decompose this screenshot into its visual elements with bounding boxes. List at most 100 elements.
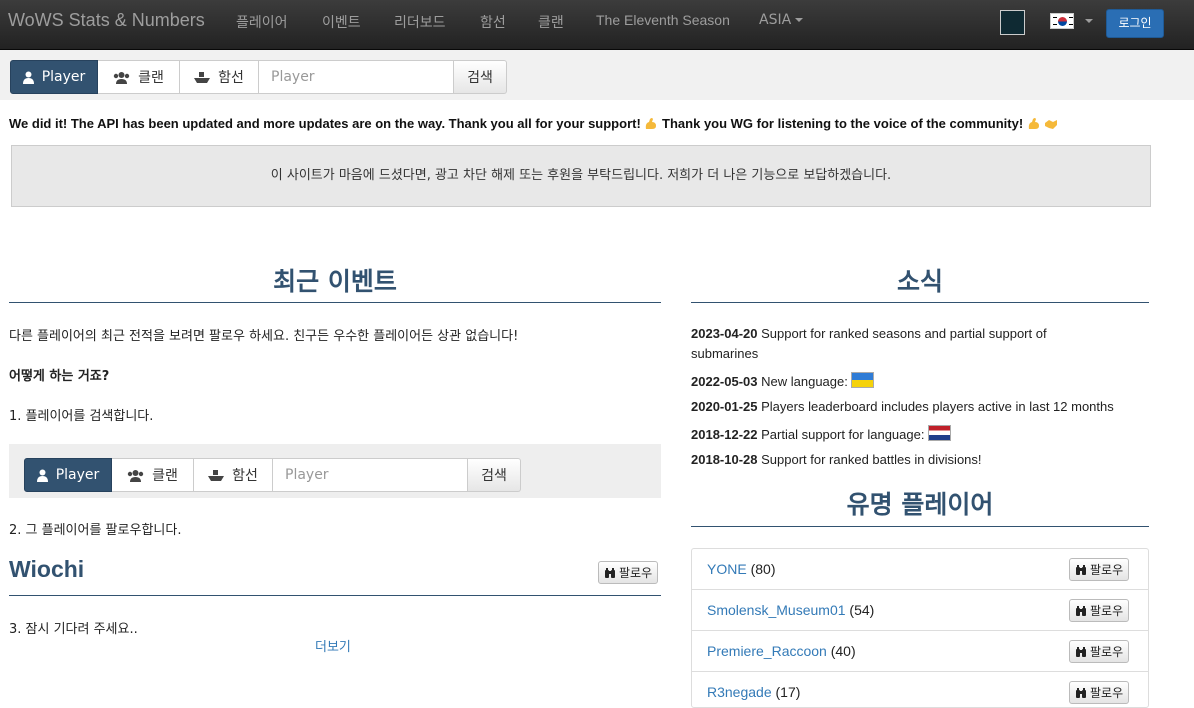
example-tab-ship-label: 함선 [232,468,258,484]
news-date: 2023-04-20 [691,326,758,341]
chevron-down-icon [795,18,804,22]
news-item: 2023-04-20 Support for ranked seasons an… [691,324,1047,344]
follow-button[interactable]: 팔로우 [1069,558,1130,581]
follow-button[interactable]: 팔로우 [1069,681,1130,704]
example-player-name[interactable]: Wiochi [9,556,84,583]
follow-label: 팔로우 [1090,563,1124,577]
user-icon [22,71,34,84]
language-chevron-icon[interactable] [1085,19,1093,23]
news-item-continued: submarines [691,344,758,364]
news-item: 2020-01-25 Players leaderboard includes … [691,397,1114,417]
search-button[interactable]: 검색 [454,60,507,94]
binoculars-icon [605,567,615,578]
users-icon [113,71,130,84]
more-link[interactable]: 더보기 [315,636,351,655]
news-date: 2022-05-03 [691,374,758,389]
nav-players[interactable]: 플레이어 [236,12,288,32]
user-icon [36,469,48,482]
binoculars-icon [1076,646,1086,657]
events-intro: 다른 플레이어의 최근 전적을 보려면 팔로우 하세요. 친구든 우수한 플레이… [9,329,519,344]
example-tab-ship[interactable]: 함선 [194,458,273,492]
binoculars-icon [1076,564,1086,575]
region-dropdown[interactable]: ASIA [759,12,804,28]
player-name[interactable]: Smolensk_Museum01 [707,602,846,618]
list-item: Premiere_Raccoon (40) 팔로우 [692,631,1148,672]
player-name[interactable]: Premiere_Raccoon [707,643,827,659]
events-step2: 2. 그 플레이어를 팔로우합니다. [9,523,182,538]
flexed-biceps-icon [1028,118,1039,129]
list-item: R3negade (17) 팔로우 [692,672,1148,707]
nav-clans[interactable]: 클랜 [538,12,564,32]
news-text: Players leaderboard includes players act… [761,399,1114,414]
site-brand[interactable]: WoWS Stats & Numbers [8,10,205,31]
news-text: Support for ranked seasons and partial s… [761,326,1047,341]
example-search-group: Player 클랜 함선 Player 검색 [24,458,521,492]
nav-season[interactable]: The Eleventh Season [596,12,730,28]
ukraine-flag-icon [851,372,875,388]
news-item: 2022-05-03 New language: [691,372,875,392]
users-icon [127,469,144,482]
tab-ship[interactable]: 함선 [180,60,259,94]
binoculars-icon [1076,687,1086,698]
follower-count: (17) [775,684,801,700]
example-tab-player-label: Player [55,467,100,483]
divider [691,302,1149,303]
news-text: New language: [761,374,848,389]
example-tab-clan[interactable]: 클랜 [112,458,194,492]
news-item: 2018-10-28 Support for ranked battles in… [691,450,982,470]
example-search-button[interactable]: 검색 [468,458,521,492]
tab-clan[interactable]: 클랜 [98,60,180,94]
example-search-panel: Player 클랜 함선 Player 검색 [9,444,661,498]
ship-icon [194,71,211,83]
search-group: Player 클랜 함선 Player 검색 [10,60,507,94]
player-link[interactable]: Smolensk_Museum01 (54) [707,602,874,618]
divider [9,595,661,596]
events-step1: 1. 플레이어를 검색합니다. [9,409,154,424]
player-name[interactable]: R3negade [707,684,772,700]
player-link[interactable]: Premiere_Raccoon (40) [707,643,856,659]
famous-players-list: YONE (80) 팔로우 Smolensk_Museum01 (54) 팔로우… [691,548,1149,708]
theme-toggle[interactable] [1000,10,1025,35]
follower-count: (80) [750,561,776,577]
follow-button[interactable]: 팔로우 [598,561,659,584]
tab-ship-label: 함선 [218,70,244,86]
donation-notice: 이 사이트가 마음에 드셨다면, 광고 차단 해제 또는 후원을 부탁드립니다.… [11,145,1151,207]
example-tab-clan-label: 클랜 [152,468,178,484]
events-step3: 3. 잠시 기다려 주세요.. [9,622,138,637]
follow-button[interactable]: 팔로우 [1069,599,1130,622]
news-date: 2018-10-28 [691,452,758,467]
login-button[interactable]: 로그인 [1106,9,1164,38]
tab-player[interactable]: Player [10,60,98,94]
follower-count: (40) [830,643,856,659]
region-label: ASIA [759,12,792,28]
news-text: Support for ranked battles in divisions! [761,452,982,467]
flexed-biceps-icon [646,118,657,129]
navbar: WoWS Stats & Numbers 플레이어 이벤트 리더보드 함선 클랜… [0,0,1194,50]
events-heading: 최근 이벤트 [273,267,397,296]
news-heading: 소식 [896,267,943,296]
follower-count: (54) [849,602,875,618]
example-search-input[interactable]: Player [273,458,468,492]
korea-flag-icon[interactable] [1050,13,1074,29]
example-tab-player[interactable]: Player [24,458,112,492]
player-link[interactable]: YONE (80) [707,561,775,577]
tab-player-label: Player [41,69,86,85]
netherlands-flag-icon [928,425,952,441]
follow-label: 팔로우 [1090,604,1124,618]
player-name[interactable]: YONE [707,561,747,577]
nav-events[interactable]: 이벤트 [322,12,361,32]
nav-ships[interactable]: 함선 [480,12,506,32]
nav-leaderboard[interactable]: 리더보드 [394,12,446,32]
news-text: Partial support for language: [761,427,925,442]
news-text: submarines [691,346,759,361]
search-input[interactable]: Player [259,60,454,94]
announcement-text-2: Thank you WG for listening to the voice … [662,116,1024,131]
list-item: YONE (80) 팔로우 [692,549,1148,590]
divider [691,526,1149,527]
announcement: We did it! The API has been updated and … [9,116,1058,131]
follow-button[interactable]: 팔로우 [1069,640,1130,663]
search-strip: Player 클랜 함선 Player 검색 [0,50,1194,100]
binoculars-icon [1076,605,1086,616]
follow-label: 팔로우 [1090,686,1124,700]
player-link[interactable]: R3negade (17) [707,684,800,700]
